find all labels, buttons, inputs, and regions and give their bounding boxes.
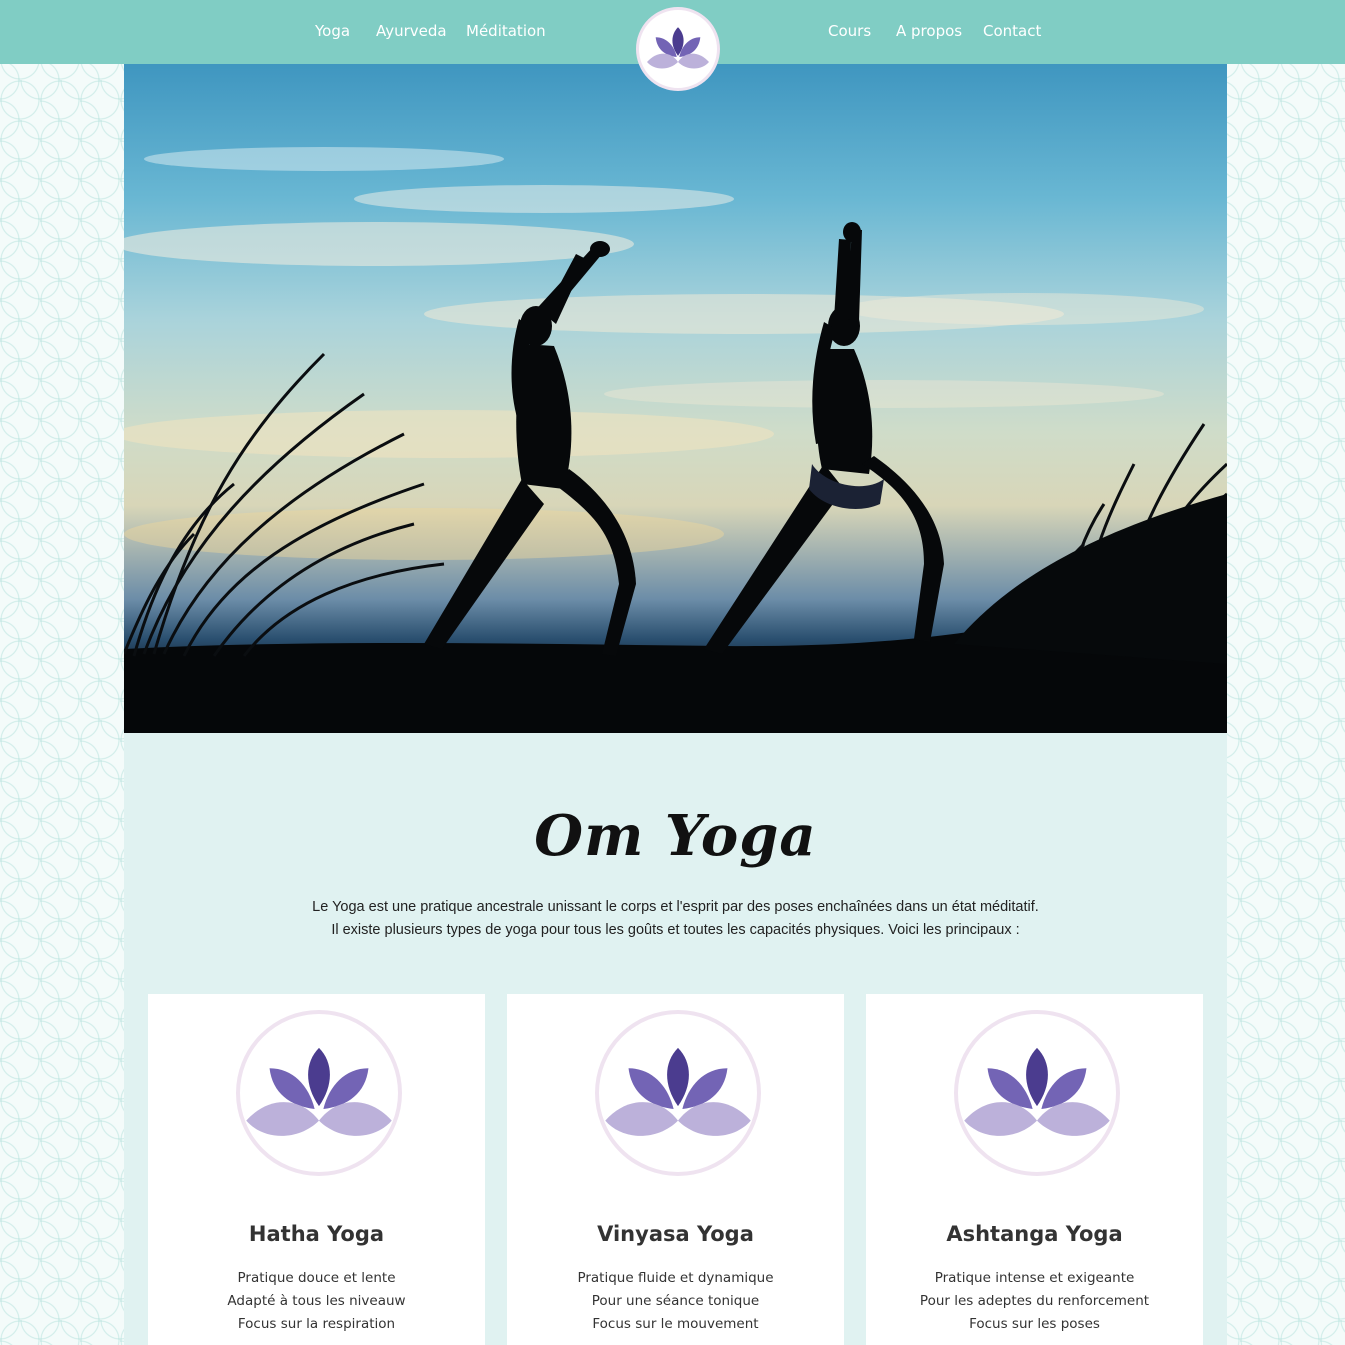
card-line: Focus sur la respiration [237,1316,396,1332]
card-line: Focus sur les poses [969,1316,1100,1332]
card-title: Ashtanga Yoga [946,1222,1123,1246]
card-icon-badge [595,1010,761,1176]
card-description: Pratique intense et exigeante Pour les a… [866,1267,1203,1336]
nav-link-yoga[interactable]: Yoga [315,22,350,40]
card-line: Pratique intense et exigeante [934,1270,1135,1286]
intro-line-2: Il existe plusieurs types de yoga pour t… [331,922,1020,938]
card-ashtanga-yoga[interactable]: Ashtanga Yoga Pratique intense et exigea… [866,994,1203,1345]
intro-line-1: Le Yoga est une pratique ancestrale unis… [312,899,1039,915]
lotus-icon [246,1047,392,1136]
card-line: Pour les adeptes du renforcement [919,1293,1150,1309]
lotus-icon [647,27,709,69]
card-hatha-yoga[interactable]: Hatha Yoga Pratique douce et lente Adapt… [148,994,485,1345]
card-line: Pour une séance tonique [591,1293,760,1309]
card-description: Pratique fluide et dynamique Pour une sé… [507,1267,844,1336]
card-line: Pratique fluide et dynamique [577,1270,774,1286]
nav-link-meditation[interactable]: Méditation [466,22,546,40]
hero-image [124,64,1227,733]
card-title: Vinyasa Yoga [597,1222,754,1246]
card-icon-badge [954,1010,1120,1176]
card-description: Pratique douce et lente Adapté à tous le… [148,1267,485,1336]
card-title: Hatha Yoga [248,1222,385,1246]
intro-text: Le Yoga est une pratique ancestrale unis… [124,896,1227,942]
card-line: Focus sur le mouvement [592,1316,759,1332]
card-line: Pratique douce et lente [237,1270,396,1286]
nav-link-a-propos[interactable]: A propos [896,22,962,40]
card-icon-badge [236,1010,402,1176]
nav-link-contact[interactable]: Contact [983,22,1041,40]
content-panel: Om Yoga Le Yoga est une pratique ancestr… [124,733,1227,1345]
lotus-icon [605,1047,751,1136]
home-logo-link[interactable] [636,7,720,91]
lotus-icon [964,1047,1110,1136]
card-line: Adapté à tous les niveauw [227,1293,406,1309]
nav-link-cours[interactable]: Cours [828,22,871,40]
page-title: Om Yoga [534,803,817,869]
nav-link-ayurveda[interactable]: Ayurveda [376,22,447,40]
card-vinyasa-yoga[interactable]: Vinyasa Yoga Pratique fluide et dynamiqu… [507,994,844,1345]
yoga-silhouettes-illustration [124,147,1227,733]
